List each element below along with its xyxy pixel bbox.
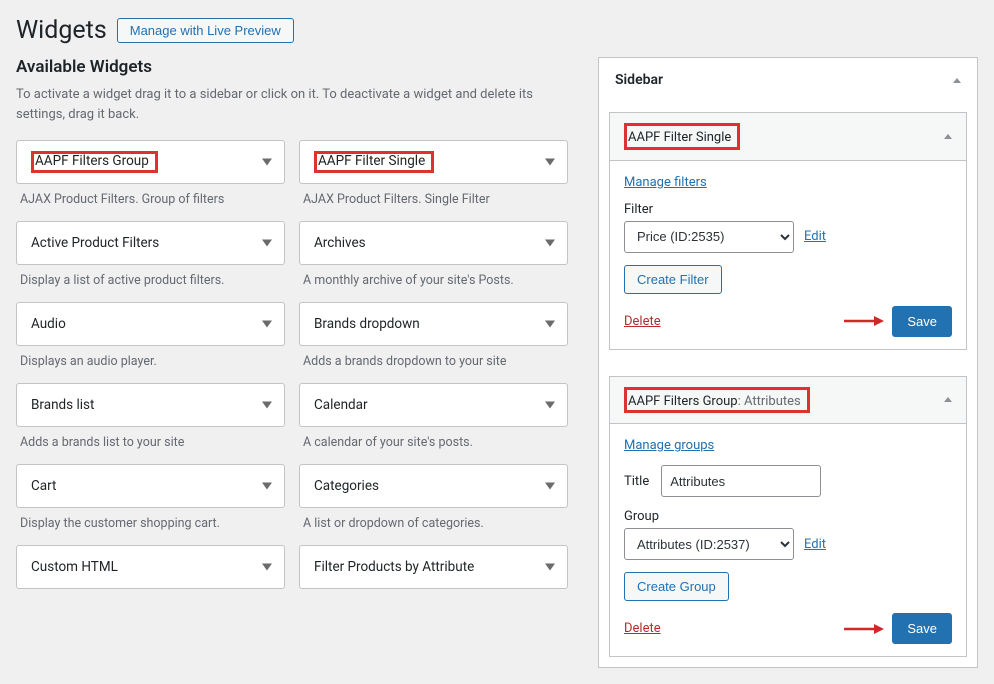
available-widget-item[interactable]: Cart [16,464,285,508]
widget-item-label: Brands dropdown [314,316,420,332]
create-group-button[interactable]: Create Group [624,572,729,601]
widget-item-label: Audio [31,316,66,332]
widget-item-desc: Displays an audio player. [16,346,285,369]
manage-groups-link[interactable]: Manage groups [624,438,952,453]
chevron-down-icon [262,159,272,166]
arrow-right-icon [844,623,884,635]
edit-link[interactable]: Edit [804,229,826,244]
save-button[interactable]: Save [892,306,952,337]
available-widgets-desc: To activate a widget drag it to a sideba… [16,85,568,124]
widget-card-title: AAPF Filters Group [628,394,738,409]
available-widget-item[interactable]: Archives [299,221,568,265]
chevron-down-icon [262,240,272,247]
chevron-up-icon [944,134,952,139]
page-title: Widgets [16,16,107,45]
widget-item-desc: Adds a brands dropdown to your site [299,346,568,369]
chevron-down-icon [262,321,272,328]
group-select[interactable]: Attributes (ID:2537) [624,528,794,560]
chevron-down-icon [262,564,272,571]
group-label: Group [624,509,952,524]
available-widget-item[interactable]: Filter Products by Attribute [299,545,568,589]
available-widget-item[interactable]: AAPF Filter Single [299,140,568,184]
widget-card-title: AAPF Filter Single [628,130,731,145]
widget-item-label: Cart [31,478,56,494]
chevron-down-icon [545,159,555,166]
title-input[interactable] [661,465,821,497]
delete-link[interactable]: Delete [624,314,661,329]
filter-select[interactable]: Price (ID:2535) [624,221,794,253]
widget-item-desc: Display a list of active product filters… [16,265,285,288]
widget-item-label: Filter Products by Attribute [314,559,474,575]
delete-link[interactable]: Delete [624,621,661,636]
widget-card-header[interactable]: AAPF Filter Single [610,113,966,161]
available-widget-item[interactable]: AAPF Filters Group [16,140,285,184]
widget-item-label: Archives [314,235,366,251]
widget-card-header[interactable]: AAPF Filters Group: Attributes [610,377,966,425]
widget-item-label: Categories [314,478,379,494]
edit-link[interactable]: Edit [804,537,826,552]
chevron-down-icon [545,564,555,571]
chevron-down-icon [545,240,555,247]
sidebar-panel: Sidebar AAPF Filter Single Manage filter… [598,57,978,668]
save-button[interactable]: Save [892,613,952,644]
available-widget-item[interactable]: Audio [16,302,285,346]
chevron-down-icon [545,402,555,409]
create-filter-button[interactable]: Create Filter [624,265,722,294]
chevron-up-icon [944,397,952,402]
widget-card-subtitle: Attributes [744,394,801,409]
manage-live-preview-button[interactable]: Manage with Live Preview [117,18,294,43]
widget-item-desc: A monthly archive of your site's Posts. [299,265,568,288]
sidebar-header[interactable]: Sidebar [599,58,977,102]
available-widget-item[interactable]: Brands dropdown [299,302,568,346]
available-widget-item[interactable]: Brands list [16,383,285,427]
page-header: Widgets Manage with Live Preview [16,0,978,57]
widget-item-desc: A calendar of your site's posts. [299,427,568,450]
sidebar-title: Sidebar [615,72,663,88]
chevron-down-icon [262,402,272,409]
chevron-up-icon [953,78,961,83]
available-widget-item[interactable]: Categories [299,464,568,508]
available-widgets-grid: AAPF Filters GroupAJAX Product Filters. … [16,140,568,589]
widget-item-label: Custom HTML [31,559,118,575]
chevron-down-icon [545,321,555,328]
widget-item-desc: Adds a brands list to your site [16,427,285,450]
manage-filters-link[interactable]: Manage filters [624,175,952,190]
widget-item-desc: Display the customer shopping cart. [16,508,285,531]
widget-item-desc: AJAX Product Filters. Group of filters [16,184,285,207]
sidebar-widget-filter-single: AAPF Filter Single Manage filters Filter… [609,112,967,350]
available-widget-item[interactable]: Calendar [299,383,568,427]
available-widget-item[interactable]: Active Product Filters [16,221,285,265]
available-widget-item[interactable]: Custom HTML [16,545,285,589]
arrow-right-icon [844,315,884,327]
widget-item-label: Calendar [314,397,368,413]
widget-item-desc: AJAX Product Filters. Single Filter [299,184,568,207]
chevron-down-icon [262,483,272,490]
filter-label: Filter [624,202,952,217]
widget-item-label: Active Product Filters [31,235,159,251]
available-widgets-heading: Available Widgets [16,57,568,77]
title-label: Title [624,474,649,489]
chevron-down-icon [545,483,555,490]
sidebar-widget-filters-group: AAPF Filters Group: Attributes Manage gr… [609,376,967,658]
widget-item-label: Brands list [31,397,94,413]
widget-item-desc: A list or dropdown of categories. [299,508,568,531]
